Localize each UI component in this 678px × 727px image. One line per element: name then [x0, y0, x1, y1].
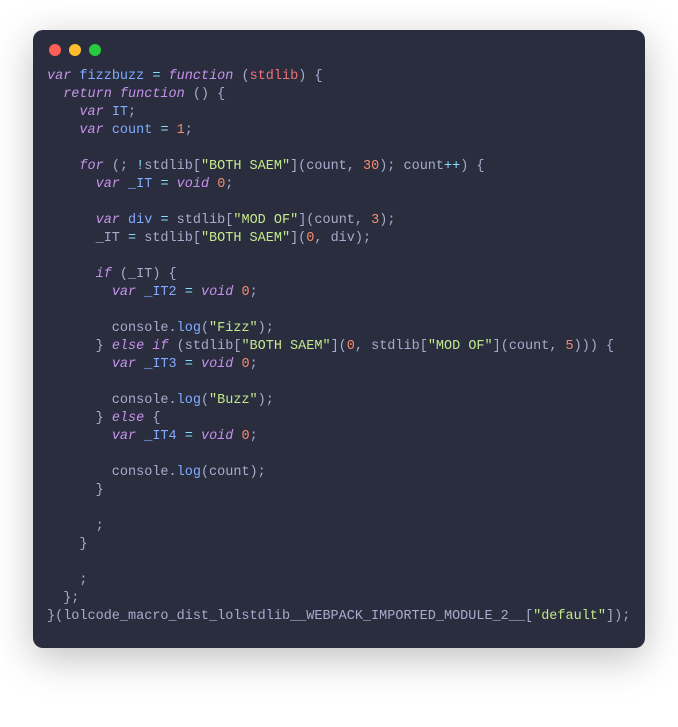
fn-log: log	[177, 465, 201, 480]
keyword-var: var	[79, 123, 103, 138]
keyword-var: var	[112, 357, 136, 372]
string: "default"	[533, 609, 606, 624]
keyword-var: var	[96, 213, 120, 228]
ident-IT: IT	[112, 105, 128, 120]
minimize-icon[interactable]	[69, 44, 81, 56]
string: "BOTH SAEM"	[201, 231, 290, 246]
number: 5	[566, 339, 574, 354]
keyword-void: void	[201, 285, 233, 300]
ident-fizzbuzz: fizzbuzz	[79, 69, 144, 84]
keyword-var: var	[112, 285, 136, 300]
keyword-var: var	[79, 105, 103, 120]
keyword-for: for	[79, 159, 103, 174]
keyword-void: void	[201, 429, 233, 444]
number: 0	[241, 285, 249, 300]
keyword-else: else	[112, 339, 144, 354]
keyword-else: else	[112, 411, 144, 426]
maximize-icon[interactable]	[89, 44, 101, 56]
keyword-var: var	[112, 429, 136, 444]
string: "BOTH SAEM"	[201, 159, 290, 174]
number: 30	[363, 159, 379, 174]
keyword-void: void	[177, 177, 209, 192]
op: =	[185, 429, 193, 444]
op: =	[160, 123, 168, 138]
number: 0	[306, 231, 314, 246]
op: !	[136, 159, 144, 174]
ident-_IT3: _IT3	[144, 357, 176, 372]
code-window: var fizzbuzz = function (stdlib) { retur…	[33, 30, 645, 648]
string: "Fizz"	[209, 321, 258, 336]
keyword-var: var	[47, 69, 71, 84]
ident-_IT: _IT	[128, 177, 152, 192]
ident-div: div	[128, 213, 152, 228]
op: =	[152, 69, 160, 84]
keyword-if: if	[152, 339, 168, 354]
ident-count: count	[112, 123, 153, 138]
code-block: var fizzbuzz = function (stdlib) { retur…	[33, 62, 645, 648]
string: "Buzz"	[209, 393, 258, 408]
ident-_IT2: _IT2	[144, 285, 176, 300]
op: =	[160, 213, 168, 228]
string: "MOD OF"	[233, 213, 298, 228]
keyword-if: if	[96, 267, 112, 282]
number: 0	[347, 339, 355, 354]
number: 0	[217, 177, 225, 192]
fn-log: log	[177, 321, 201, 336]
op: =	[160, 177, 168, 192]
op: =	[185, 357, 193, 372]
param-stdlib: stdlib	[250, 69, 299, 84]
number: 3	[371, 213, 379, 228]
fn-log: log	[177, 393, 201, 408]
ident-webpack: lolcode_macro_dist_lolstdlib__WEBPACK_IM…	[63, 609, 525, 624]
close-icon[interactable]	[49, 44, 61, 56]
ident-_IT4: _IT4	[144, 429, 176, 444]
keyword-function: function	[169, 69, 234, 84]
string: "MOD OF"	[428, 339, 493, 354]
keyword-void: void	[201, 357, 233, 372]
keyword-function: function	[120, 87, 185, 102]
op: =	[185, 285, 193, 300]
window-titlebar	[33, 30, 645, 62]
number: 1	[177, 123, 185, 138]
number: 0	[241, 429, 249, 444]
number: 0	[241, 357, 249, 372]
op: =	[128, 231, 136, 246]
keyword-return: return	[63, 87, 112, 102]
op: ++	[444, 159, 460, 174]
string: "BOTH SAEM"	[241, 339, 330, 354]
keyword-var: var	[96, 177, 120, 192]
